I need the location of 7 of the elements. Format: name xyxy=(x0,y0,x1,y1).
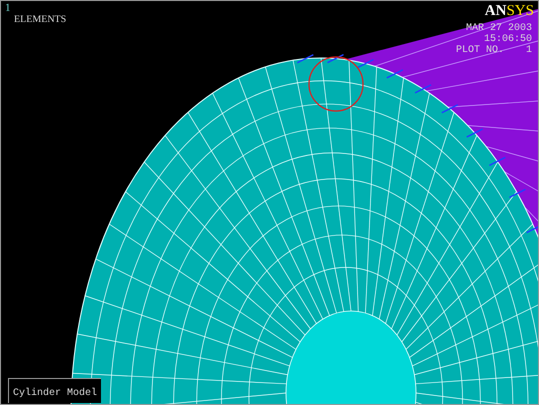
plot-date: MAR 27 2003 xyxy=(466,23,532,34)
plot-number: 1 xyxy=(526,45,532,56)
plot-title: Cylinder Model xyxy=(13,388,98,399)
plot-number-label: PLOT NO. xyxy=(456,45,504,56)
window-number: 1 xyxy=(5,3,10,14)
plot-label: ELEMENTS xyxy=(14,15,66,25)
plot-time: 15:06:50 xyxy=(484,34,532,45)
